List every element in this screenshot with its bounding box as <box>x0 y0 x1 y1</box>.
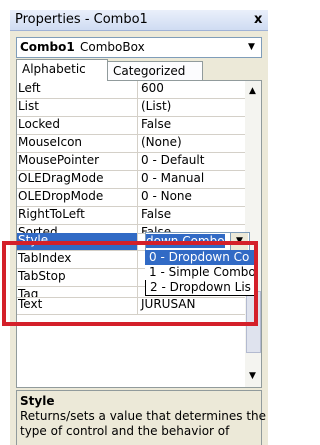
chevron-down-icon[interactable]: ▼ <box>230 233 248 250</box>
title-bar: Properties - Combo1 x <box>10 10 268 31</box>
property-value[interactable]: False <box>141 207 171 221</box>
property-name: TabIndex <box>17 251 138 268</box>
property-row[interactable]: RightToLeft False <box>17 207 245 225</box>
property-name: Style <box>17 233 138 250</box>
style-value-text: down Combo <box>146 234 229 249</box>
property-name: OLEDropMode <box>17 189 138 206</box>
tab-label: Alphabetic <box>22 62 86 76</box>
scrollbar-thumb[interactable] <box>246 291 261 353</box>
property-name: List <box>17 99 138 116</box>
scroll-up-icon[interactable]: ▲ <box>249 86 256 96</box>
description-pane: Style Returns/sets a value that determin… <box>16 390 266 445</box>
window-title: Properties - Combo1 <box>15 12 148 27</box>
style-value-editor[interactable]: down Combo ▼ <box>145 232 250 251</box>
property-name: Left <box>17 81 138 98</box>
dropdown-option[interactable]: 1 - Simple Combo <box>145 265 255 280</box>
property-value[interactable]: (List) <box>141 99 171 113</box>
property-row[interactable]: MousePointer 0 - Default <box>17 153 245 171</box>
property-value[interactable]: 0 - Default <box>141 153 204 167</box>
object-type: ComboBox <box>80 40 145 54</box>
property-row[interactable]: Locked False <box>17 117 245 135</box>
dropdown-option[interactable]: 2 - Dropdown Lis <box>145 280 255 296</box>
object-name: Combo1 <box>20 40 75 54</box>
property-value[interactable]: False <box>141 117 171 131</box>
property-name: TabStop <box>17 269 138 286</box>
property-row[interactable]: MouseIcon (None) <box>17 135 245 153</box>
property-row[interactable]: OLEDragMode 0 - Manual <box>17 171 245 189</box>
property-row[interactable]: OLEDropMode 0 - None <box>17 189 245 207</box>
property-name: RightToLeft <box>17 207 138 224</box>
dropdown-option[interactable]: 0 - Dropdown Co <box>145 250 255 265</box>
property-row[interactable]: Text JURUSAN <box>17 297 245 315</box>
style-current-value: down Combo <box>146 234 225 248</box>
tab-categorized[interactable]: Categorized <box>107 61 203 81</box>
property-value[interactable]: JURUSAN <box>141 297 195 311</box>
description-title: Style <box>20 394 55 408</box>
tab-label: Categorized <box>113 64 186 78</box>
property-value[interactable]: 0 - None <box>141 189 192 203</box>
property-value[interactable]: (None) <box>141 135 182 149</box>
property-name: MousePointer <box>17 153 138 170</box>
property-value[interactable]: 0 - Manual <box>141 171 204 185</box>
properties-window: Properties - Combo1 x Combo1 ComboBox ▼ … <box>10 10 268 445</box>
description-text: Returns/sets a value that determines the… <box>20 409 267 438</box>
property-row[interactable]: List (List) <box>17 99 245 117</box>
property-row[interactable]: Left 600 <box>17 81 245 99</box>
property-name: Text <box>17 297 138 314</box>
property-name: OLEDragMode <box>17 171 138 188</box>
property-name: Locked <box>17 117 138 134</box>
chevron-down-icon[interactable]: ▼ <box>248 42 255 52</box>
object-selector[interactable]: Combo1 ComboBox ▼ <box>16 37 262 58</box>
property-name: MouseIcon <box>17 135 138 152</box>
close-icon[interactable]: x <box>254 12 262 27</box>
tab-alphabetic[interactable]: Alphabetic <box>16 59 108 81</box>
scroll-down-icon[interactable]: ▼ <box>249 371 256 381</box>
property-value[interactable]: 600 <box>141 81 164 95</box>
